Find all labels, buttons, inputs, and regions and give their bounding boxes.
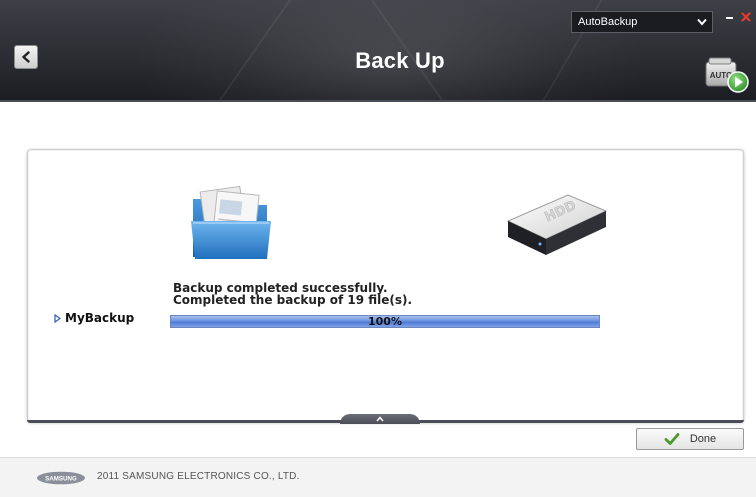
- minimize-button[interactable]: [723, 11, 735, 25]
- done-button[interactable]: Done: [636, 428, 744, 450]
- done-button-label: Done: [689, 433, 717, 445]
- backup-job-name: MyBackup: [65, 311, 135, 325]
- backup-mode-select[interactable]: AutoBackup: [571, 11, 713, 33]
- backup-mode-value: AutoBackup: [578, 16, 638, 28]
- page-title: Back Up: [355, 48, 445, 73]
- backup-job-item[interactable]: MyBackup: [52, 311, 134, 325]
- auto-backup-button[interactable]: AUTO: [704, 56, 750, 94]
- copyright-text: 2011 SAMSUNG ELECTRONICS CO., LTD.: [97, 471, 300, 482]
- auto-backup-icon: AUTO: [705, 57, 749, 93]
- backup-progress-bar: 100%: [170, 315, 600, 328]
- back-arrow-icon: [22, 51, 30, 63]
- hdd-icon: HDD: [504, 181, 608, 259]
- folder-icon: [189, 185, 273, 261]
- samsung-logo: SAMSUNG: [37, 471, 85, 485]
- back-button[interactable]: [14, 45, 38, 69]
- progress-percent: 100%: [368, 315, 402, 328]
- samsung-logo-text: SAMSUNG: [45, 475, 77, 482]
- status-detail: Completed the backup of 19 file(s).: [173, 293, 413, 307]
- footer: SAMSUNG 2011 SAMSUNG ELECTRONICS CO., LT…: [0, 457, 756, 497]
- minimize-icon: [725, 17, 733, 19]
- expand-triangle-icon[interactable]: [52, 312, 62, 324]
- check-icon: [664, 433, 680, 445]
- close-button[interactable]: [740, 10, 752, 24]
- backup-window: Back Up AutoBackup AUTO HDD Backup compl…: [0, 0, 756, 497]
- chevron-down-icon[interactable]: [692, 18, 712, 26]
- collapse-panel-button[interactable]: [340, 414, 420, 424]
- close-icon: [741, 12, 751, 22]
- chevron-up-icon: [376, 416, 384, 422]
